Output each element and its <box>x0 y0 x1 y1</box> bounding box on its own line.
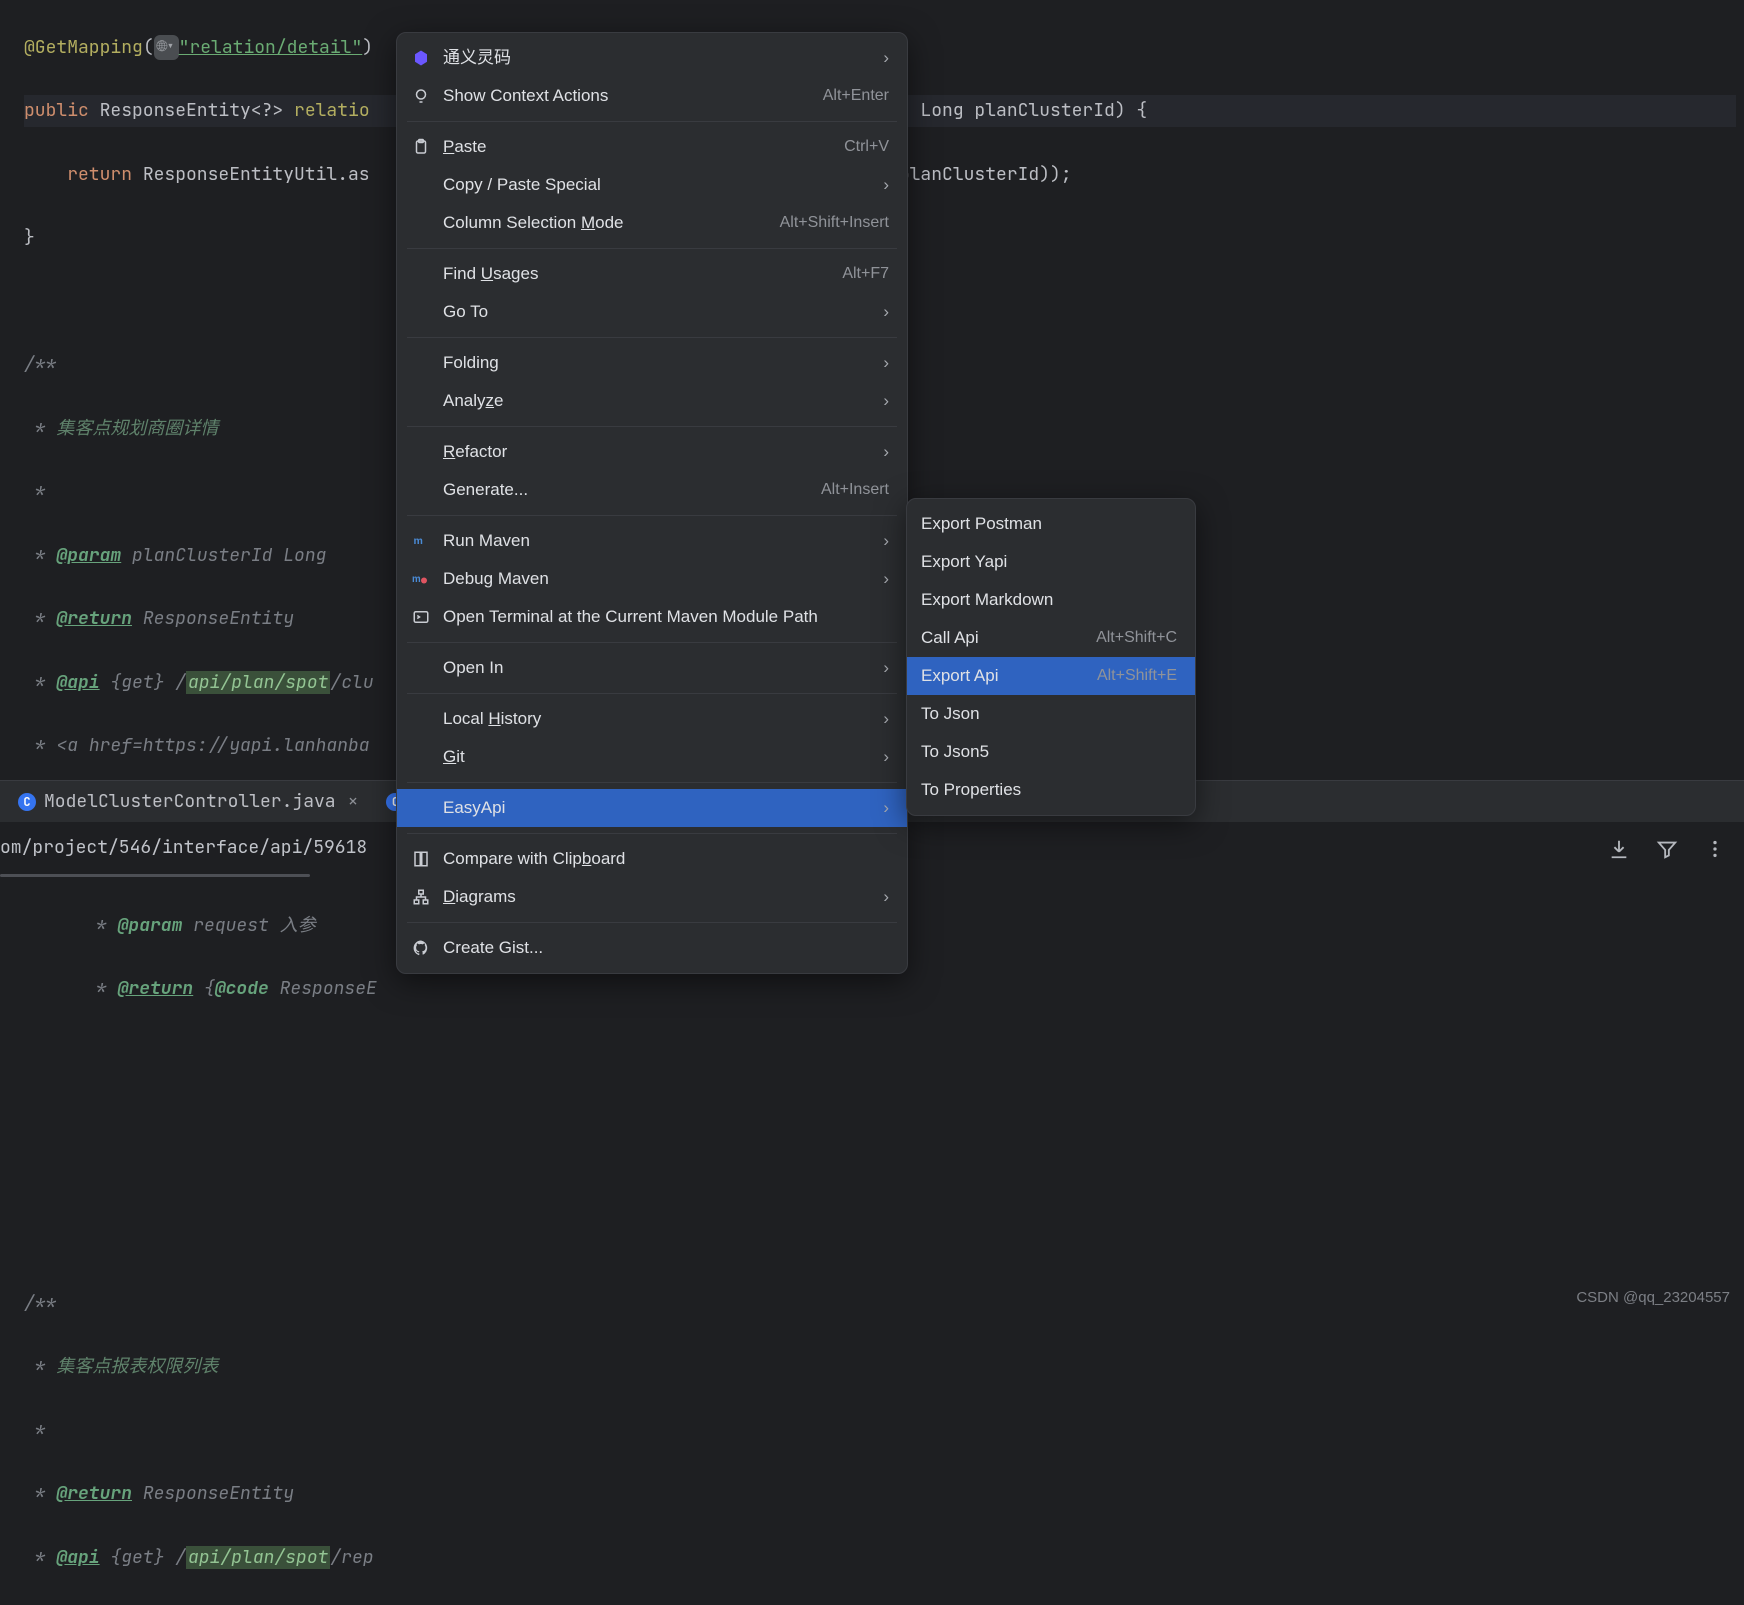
tongyi-icon <box>411 49 431 67</box>
menu-git[interactable]: Git› <box>397 738 907 776</box>
close-icon[interactable]: × <box>344 786 363 818</box>
context-menu: 通义灵码› Show Context ActionsAlt+Enter Past… <box>396 32 908 974</box>
watermark: CSDN @qq_23204557 <box>1576 1285 1730 1311</box>
menu-copy-paste-special[interactable]: Copy / Paste Special› <box>397 166 907 204</box>
svg-text:m: m <box>414 535 423 547</box>
submenu-call-api[interactable]: Call ApiAlt+Shift+C <box>907 619 1195 657</box>
menu-generate[interactable]: Generate...Alt+Insert <box>397 471 907 509</box>
submenu-export-yapi[interactable]: Export Yapi <box>907 543 1195 581</box>
diagram-icon <box>411 888 431 906</box>
menu-column-selection[interactable]: Column Selection ModeAlt+Shift+Insert <box>397 204 907 242</box>
maven-icon: m <box>411 532 431 550</box>
bulb-icon <box>411 87 431 105</box>
maven-debug-icon: m <box>411 570 431 588</box>
menu-tongyi[interactable]: 通义灵码› <box>397 39 907 77</box>
submenu-to-properties[interactable]: To Properties <box>907 771 1195 809</box>
menu-paste[interactable]: PasteCtrl+V <box>397 128 907 166</box>
menu-open-terminal[interactable]: Open Terminal at the Current Maven Modul… <box>397 598 907 636</box>
menu-refactor[interactable]: Refactor› <box>397 433 907 471</box>
submenu-export-postman[interactable]: Export Postman <box>907 505 1195 543</box>
menu-find-usages[interactable]: Find UsagesAlt+F7 <box>397 255 907 293</box>
terminal-icon <box>411 608 431 626</box>
string-literal: "relation/detail" <box>179 36 363 59</box>
submenu-to-json5[interactable]: To Json5 <box>907 733 1195 771</box>
menu-diagrams[interactable]: Diagrams› <box>397 878 907 916</box>
tab-file[interactable]: C ModelClusterController.java × <box>8 781 372 823</box>
download-icon[interactable] <box>1608 838 1630 860</box>
submenu-export-markdown[interactable]: Export Markdown <box>907 581 1195 619</box>
menu-local-history[interactable]: Local History› <box>397 700 907 738</box>
compare-icon <box>411 850 431 868</box>
menu-compare-clipboard[interactable]: Compare with Clipboard <box>397 840 907 878</box>
menu-debug-maven[interactable]: m Debug Maven› <box>397 560 907 598</box>
submenu-to-json[interactable]: To Json <box>907 695 1195 733</box>
more-icon[interactable] <box>1704 838 1726 860</box>
lower-code: * @param request 入参 * @return {@code Res… <box>0 878 385 1068</box>
toolbar-icons <box>1608 838 1726 860</box>
menu-folding[interactable]: Folding› <box>397 344 907 382</box>
menu-open-in[interactable]: Open In› <box>397 649 907 687</box>
menu-analyze[interactable]: Analyze› <box>397 382 907 420</box>
annotation: @GetMapping <box>24 36 143 59</box>
filter-icon[interactable] <box>1656 838 1678 860</box>
menu-show-context-actions[interactable]: Show Context ActionsAlt+Enter <box>397 77 907 115</box>
menu-create-gist[interactable]: Create Gist... <box>397 929 907 967</box>
submenu-easyapi: Export Postman Export Yapi Export Markdo… <box>906 498 1196 816</box>
paste-icon <box>411 138 431 156</box>
menu-goto[interactable]: Go To› <box>397 293 907 331</box>
globe-badge-icon: 🌐▾ <box>154 35 179 60</box>
java-class-icon: C <box>18 793 36 811</box>
menu-run-maven[interactable]: m Run Maven› <box>397 522 907 560</box>
menu-easyapi[interactable]: EasyApi› <box>397 789 907 827</box>
submenu-export-api[interactable]: Export ApiAlt+Shift+E <box>907 657 1195 695</box>
svg-text:m: m <box>412 574 421 585</box>
github-icon <box>411 939 431 957</box>
